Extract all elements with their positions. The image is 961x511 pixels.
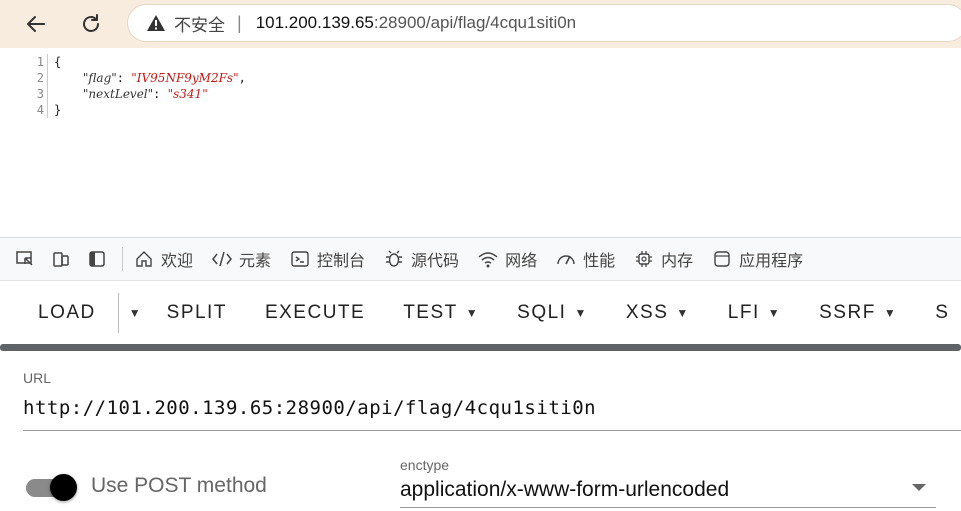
url-host: 101.200.139.65: [255, 13, 374, 32]
code-icon: [211, 248, 233, 270]
load-dropdown-caret-icon[interactable]: ▼: [117, 293, 141, 333]
tab-label: 源代码: [411, 253, 460, 270]
hackbar-toolbar: LOAD ▼ SPLIT EXECUTE TEST ▼ SQLI ▼ XSS ▼ LF…: [0, 282, 961, 344]
tab-application[interactable]: 应用程序: [711, 247, 803, 271]
caret-down-icon: ▼: [767, 306, 782, 320]
tab-console[interactable]: 控制台: [289, 247, 365, 271]
tab-label: 欢迎: [161, 253, 194, 270]
tab-label: 内存: [661, 253, 694, 270]
lfi-menu-button[interactable]: LFI ▼: [728, 302, 781, 324]
json-line: 4 }: [28, 102, 246, 118]
enctype-select[interactable]: application/x-www-form-urlencoded: [400, 478, 936, 508]
tab-welcome[interactable]: 欢迎: [133, 247, 193, 271]
url-path: :28900/api/flag/4cqu1siti0n: [373, 13, 577, 32]
sidebar-toggle-icon[interactable]: [86, 248, 108, 270]
tab-label: 应用程序: [739, 253, 804, 270]
tab-label: 网络: [505, 253, 538, 270]
xss-label: XSS: [625, 302, 669, 323]
line-number: 4: [28, 102, 48, 118]
load-button[interactable]: LOAD: [38, 302, 96, 324]
json-viewer: 1 { 2 "flag": "IV95NF9yM2Fs", 3 "nextLev…: [28, 54, 246, 118]
json-close-brace: }: [54, 103, 62, 117]
json-value-flag: "IV95NF9yM2Fs": [131, 71, 239, 85]
warning-icon: [147, 15, 165, 31]
xss-menu-button[interactable]: XSS ▼: [626, 302, 690, 324]
line-number: 3: [28, 86, 48, 102]
json-value-nextlevel: "s341": [167, 87, 208, 101]
test-label: TEST: [403, 302, 458, 323]
bug-icon: [383, 248, 405, 270]
toggle-knob: [50, 474, 77, 501]
ssrf-menu-button[interactable]: SSRF ▼: [819, 302, 897, 324]
next-menu-button-partial[interactable]: S: [935, 302, 949, 324]
toolbar-divider: [122, 247, 123, 271]
sqli-menu-button[interactable]: SQLI ▼: [517, 302, 588, 324]
address-bar[interactable]: 不安全 | 101.200.139.65:28900/api/flag/4cqu…: [127, 4, 961, 42]
json-comma: ,: [238, 71, 246, 85]
enctype-value: application/x-www-form-urlencoded: [400, 478, 730, 501]
tab-performance[interactable]: 性能: [555, 247, 615, 271]
caret-down-icon: ▼: [676, 306, 690, 320]
chip-icon: [633, 248, 655, 270]
browser-toolbar: 不安全 | 101.200.139.65:28900/api/flag/4cqu…: [0, 0, 961, 48]
post-method-toggle[interactable]: [26, 474, 78, 501]
loading-progress-bar: [0, 344, 961, 351]
back-arrow-icon[interactable]: [20, 8, 52, 40]
json-open-brace: {: [54, 55, 62, 69]
tab-label: 元素: [239, 253, 272, 270]
dropdown-arrow-icon: [912, 484, 926, 491]
caret-down-icon: ▼: [465, 306, 480, 320]
tab-label: 控制台: [317, 253, 366, 270]
devtools-tabbar: 欢迎 元素 控制台 源代码 网络 性能 内存 应用程序: [0, 237, 961, 281]
json-key-flag: "flag": [82, 71, 117, 85]
url-field-label: URL: [23, 370, 52, 386]
json-key-nextlevel: "nextLevel": [82, 87, 154, 101]
tab-elements[interactable]: 元素: [211, 247, 271, 271]
line-number: 2: [28, 70, 48, 86]
json-line: 1 {: [28, 54, 246, 70]
url-input[interactable]: http://101.200.139.65:28900/api/flag/4cq…: [23, 397, 961, 431]
post-method-label: Use POST method: [91, 474, 267, 497]
execute-button[interactable]: EXECUTE: [265, 302, 365, 324]
line-number: 1: [28, 54, 48, 70]
home-icon: [133, 248, 155, 270]
reload-icon[interactable]: [75, 8, 107, 40]
lfi-label: LFI: [727, 302, 760, 323]
tab-sources[interactable]: 源代码: [383, 247, 459, 271]
address-separator: |: [237, 12, 242, 33]
caret-down-icon: ▼: [574, 306, 588, 320]
json-line: 2 "flag": "IV95NF9yM2Fs",: [28, 70, 246, 86]
wifi-icon: [477, 248, 499, 270]
ssrf-label: SSRF: [819, 302, 876, 323]
console-icon: [289, 248, 311, 270]
tab-network[interactable]: 网络: [477, 247, 537, 271]
gauge-icon: [555, 248, 577, 270]
caret-down-icon: ▼: [883, 306, 898, 320]
json-line: 3 "nextLevel": "s341": [28, 86, 246, 102]
enctype-label: enctype: [400, 457, 450, 473]
app-icon: [711, 248, 733, 270]
split-button[interactable]: SPLIT: [167, 302, 227, 324]
tab-label: 性能: [583, 253, 616, 270]
test-menu-button[interactable]: TEST ▼: [403, 302, 479, 324]
sqli-label: SQLI: [517, 302, 567, 323]
device-emulation-icon[interactable]: [50, 248, 72, 270]
security-label[interactable]: 不安全: [174, 11, 225, 36]
tab-memory[interactable]: 内存: [633, 247, 693, 271]
inspect-element-icon[interactable]: [14, 248, 36, 270]
